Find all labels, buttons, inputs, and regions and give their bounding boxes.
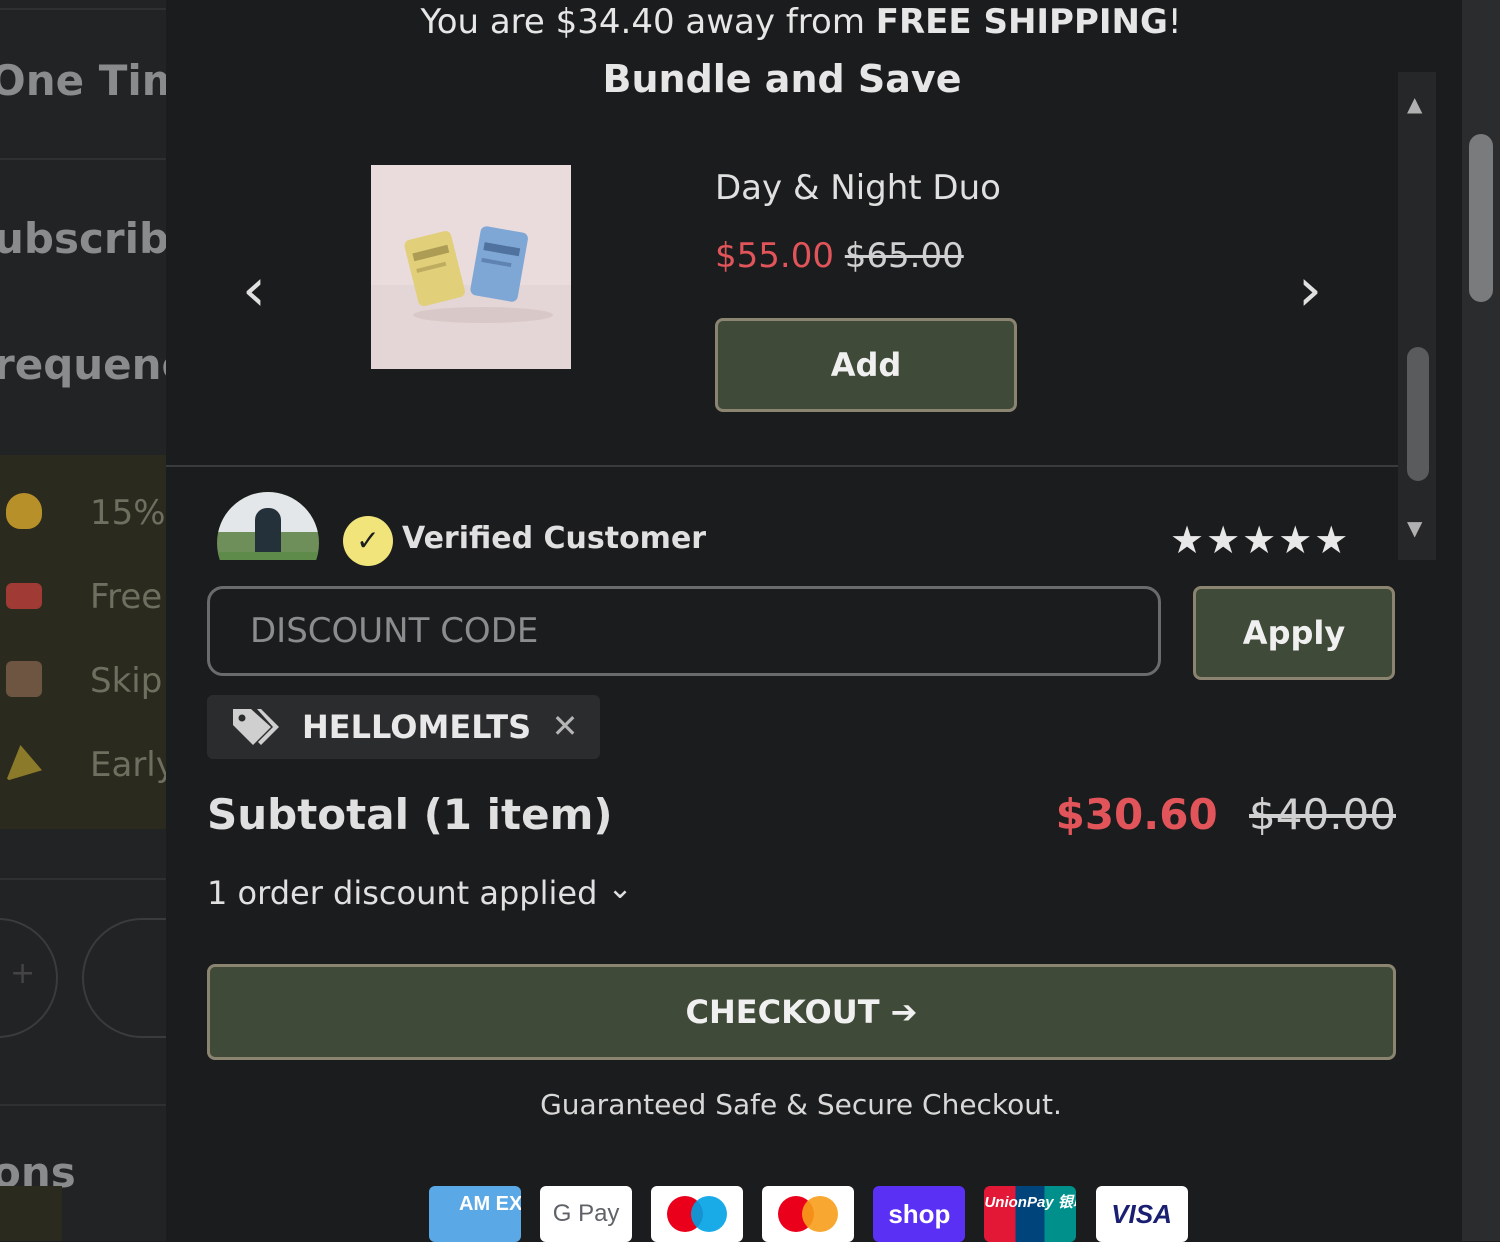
subtotal-compare-price: $40.00 [1249, 790, 1396, 839]
discount-note: 1 order discount applied [207, 874, 598, 912]
visa-text: VISA [1111, 1199, 1172, 1229]
amex-text: AM EX [459, 1193, 521, 1215]
tag-icon [233, 709, 279, 745]
add-to-cart-button[interactable]: Add [715, 318, 1017, 412]
chevron-left-icon[interactable]: ‹ [224, 258, 284, 322]
perk-item: Early [0, 735, 166, 795]
mastercard-icon [762, 1186, 855, 1242]
chevron-right-icon[interactable]: › [1280, 258, 1340, 322]
divider [0, 1104, 166, 1106]
product-prices: $55.00 $65.00 [715, 236, 964, 276]
verified-customer-label: Verified Customer [402, 521, 707, 556]
maestro-icon [651, 1186, 744, 1242]
divider [0, 878, 166, 880]
quantity-field[interactable] [82, 918, 166, 1038]
gpay-text: G Pay [552, 1200, 620, 1227]
truck-icon [6, 583, 42, 609]
compare-price: $65.00 [844, 236, 964, 276]
shipping-text: You are $34.40 away from [420, 2, 876, 42]
shop-text: shop [888, 1199, 951, 1229]
google-pay-icon: G Pay [540, 1186, 633, 1242]
scroll-down-icon[interactable]: ▼ [1407, 516, 1422, 540]
applied-code: HELLOMELTS [302, 708, 532, 746]
subtotal-prices: $30.60 $40.00 [1056, 790, 1396, 839]
upsell-scrollbar[interactable]: ▲ ▼ [1398, 72, 1436, 560]
product-name[interactable]: Day & Night Duo [715, 168, 1001, 208]
page-scrollbar-thumb[interactable] [1469, 134, 1493, 302]
free-shipping-banner: You are $34.40 away from FREE SHIPPING! [166, 0, 1436, 44]
divider [0, 8, 166, 10]
panel-fragment [0, 1186, 62, 1241]
one-time-label: One Time [0, 56, 166, 105]
perk-item: Free [0, 567, 166, 627]
free-shipping-text: FREE SHIPPING [875, 2, 1168, 42]
subtotal-label: Subtotal (1 item) [207, 790, 613, 839]
perk-item: Skip [0, 651, 166, 711]
secure-checkout-note: Guaranteed Safe & Secure Checkout. [540, 1088, 1062, 1121]
product-image[interactable] [371, 165, 571, 369]
frequency-label: requenc [0, 340, 166, 389]
scrollbar-thumb[interactable] [1407, 347, 1429, 481]
plus-icon: + [10, 956, 36, 991]
shop-pay-icon: shop [873, 1186, 966, 1242]
discount-code-input[interactable] [207, 586, 1161, 676]
chevron-down-icon: ⌄ [607, 871, 633, 906]
star-rating: ★★★★★ [1170, 518, 1351, 562]
perk-item: 15% [0, 483, 166, 543]
unionpay-icon: UnionPay 银联 [984, 1186, 1077, 1242]
party-popper-icon [6, 745, 42, 781]
verified-check-icon: ✓ [343, 516, 393, 566]
money-bag-icon [6, 493, 42, 529]
discount-applied-toggle[interactable]: 1 order discount applied ⌄ [207, 871, 633, 912]
box-icon [6, 661, 42, 697]
background-page: One Time ubscribe requenc 15% Free Skip … [0, 0, 166, 1241]
amex-icon: AM EX [429, 1186, 521, 1242]
shipping-suffix: ! [1167, 2, 1182, 42]
subscription-perks: 15% Free Skip Early [0, 455, 166, 829]
remove-discount-icon[interactable]: ✕ [550, 703, 580, 749]
section-divider [166, 465, 1398, 467]
scroll-up-icon[interactable]: ▲ [1407, 92, 1422, 116]
applied-discount-chip: HELLOMELTS ✕ [207, 695, 600, 759]
perk-label: Early [90, 745, 166, 785]
subtotal-sale-price: $30.60 [1055, 790, 1218, 839]
sale-price: $55.00 [715, 236, 834, 276]
perk-label: Free [90, 577, 163, 617]
page-scrollbar[interactable] [1462, 0, 1500, 1241]
visa-icon: VISA [1095, 1186, 1188, 1242]
subscribe-label: ubscribe [0, 214, 166, 263]
checkmark-icon: ✓ [356, 524, 380, 557]
perk-label: Skip [90, 661, 163, 701]
unionpay-text: UnionPay 银联 [984, 1194, 1076, 1211]
cart-drawer: You are $34.40 away from FREE SHIPPING! … [166, 0, 1462, 1242]
product-photo [371, 165, 571, 369]
bundle-title: Bundle and Save [602, 57, 962, 101]
quantity-decrease-button[interactable]: + [0, 918, 58, 1038]
apply-discount-button[interactable]: Apply [1193, 586, 1395, 680]
checkout-button[interactable]: CHECKOUT ➔ [207, 964, 1396, 1060]
avatar [217, 492, 319, 560]
divider [0, 158, 166, 160]
perk-label: 15% [90, 493, 166, 533]
payment-methods: AM EX G Pay shop UnionPay 银联 VISA [429, 1186, 1188, 1242]
